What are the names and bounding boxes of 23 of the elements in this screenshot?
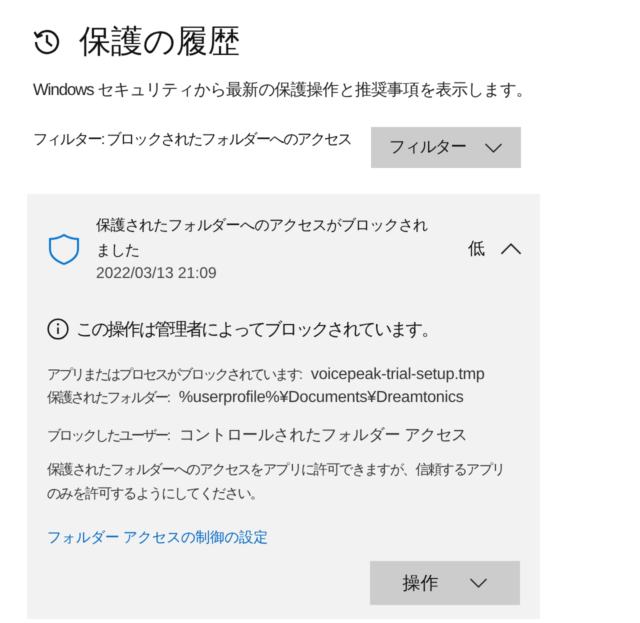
summary-text: この操作は管理者によってブロックされています。 bbox=[76, 318, 438, 341]
filter-button[interactable]: フィルター bbox=[371, 127, 521, 168]
chevron-up-icon[interactable] bbox=[500, 243, 522, 255]
shield-icon bbox=[48, 232, 80, 266]
detail-label: 保護されたフォルダー: bbox=[47, 388, 169, 407]
severity-label: 低 bbox=[468, 238, 485, 260]
event-timestamp: 2022/03/13 21:09 bbox=[96, 264, 217, 284]
info-icon bbox=[47, 318, 69, 340]
chevron-down-icon bbox=[468, 578, 488, 588]
page-title: 保護の履歴 bbox=[79, 22, 240, 60]
page-description: Windows セキュリティから最新の保護操作と推奨事項を表示します。 bbox=[33, 80, 532, 101]
history-icon bbox=[33, 27, 61, 55]
filter-label: フィルター: ブロックされたフォルダーへのアクセス bbox=[33, 130, 352, 150]
action-button[interactable]: 操作 bbox=[370, 561, 520, 605]
note-text: 保護されたフォルダーへのアクセスをアプリに許可できますが、信頼するアプリのみを許可するようにしてください。 bbox=[47, 460, 506, 503]
detail-label: アプリまたはプロセスがブロックされています: bbox=[47, 365, 301, 384]
detail-value: コントロールされたフォルダー アクセス bbox=[178, 426, 468, 446]
event-title: 保護されたフォルダーへのアクセスがブロックされました bbox=[96, 216, 428, 261]
detail-label: ブロックしたユーザー: bbox=[47, 426, 169, 445]
settings-link[interactable]: フォルダー アクセスの制御の設定 bbox=[47, 527, 268, 549]
detail-value: %userprofile%¥Documents¥Dreamtonics bbox=[178, 388, 464, 408]
chevron-down-icon bbox=[484, 142, 503, 152]
detail-value: voicepeak-trial-setup.tmp bbox=[310, 365, 485, 385]
